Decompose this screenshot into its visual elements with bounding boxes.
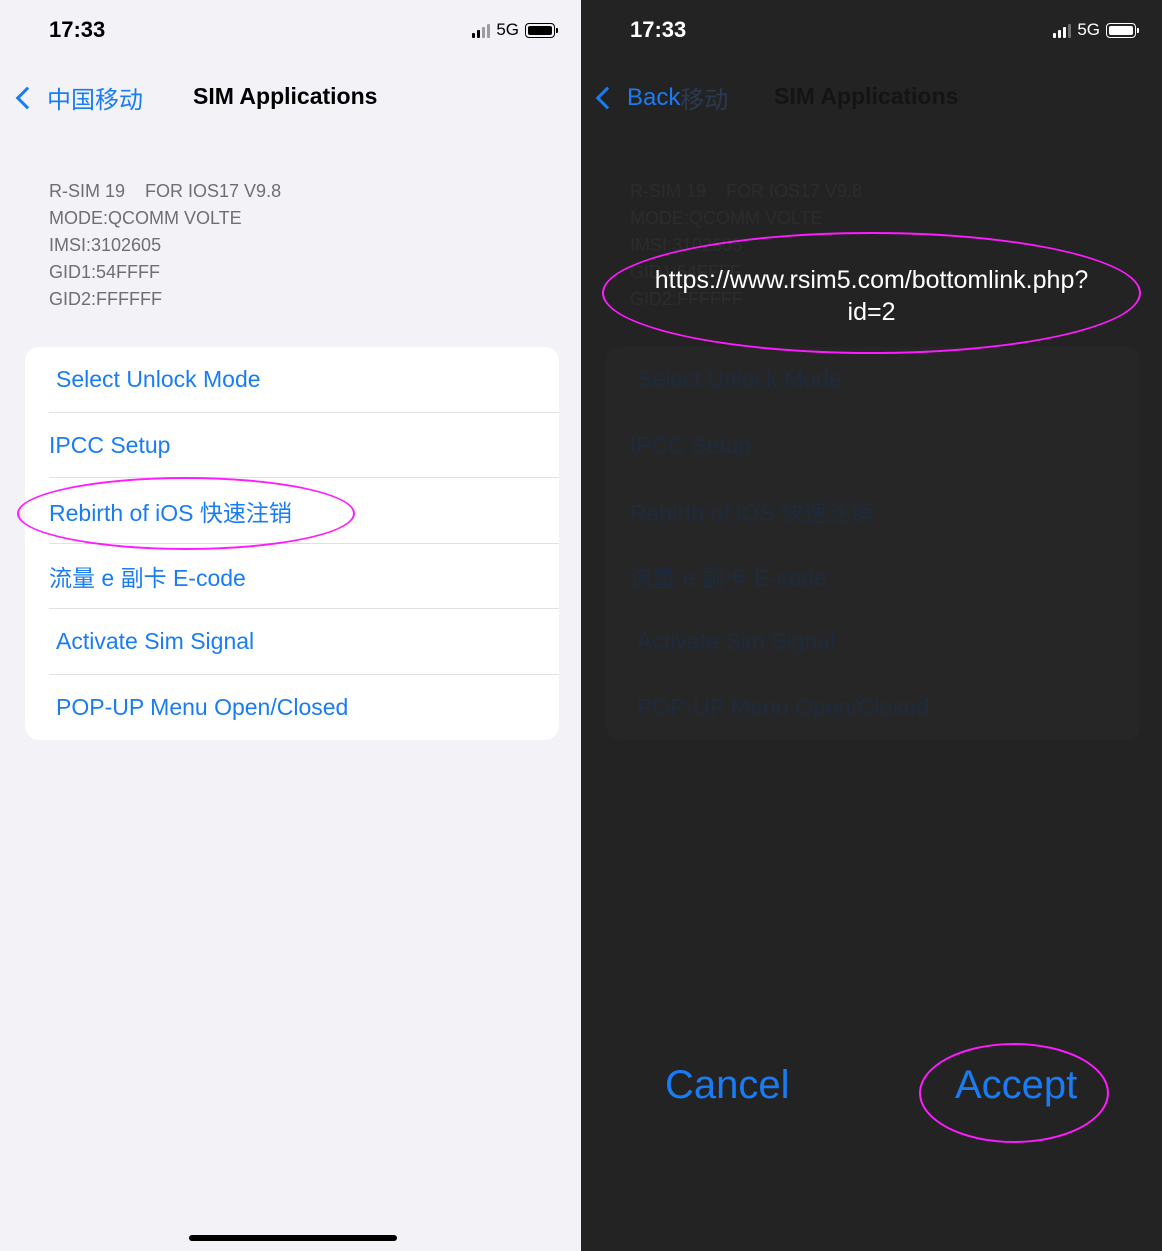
menu-item-ipcc-setup[interactable]: IPCC Setup [25,413,559,479]
back-button[interactable]: Back 移动 [594,80,728,115]
status-indicators: 5G [1053,20,1139,40]
sim-applications-screen: 17:33 5G 中国移动 SIM Applications R-SIM 19 … [0,0,581,1251]
home-indicator[interactable] [189,1235,397,1241]
status-time: 17:33 [49,17,106,42]
chevron-left-icon [15,86,39,109]
info-line: GID1:54FFFF [49,262,161,282]
menu-item-popup-menu[interactable]: POP-UP Menu Open/Closed [25,675,559,741]
network-type-label: 5G [1077,20,1100,39]
menu-item-popup-menu: POP-UP Menu Open/Closed [637,693,930,720]
info-line: R-SIM 19 FOR IOS17 V9.8 [49,181,282,201]
menu-item-activate-sim-signal: Activate Sim Signal [606,609,1140,675]
menu-item-select-unlock-mode: Select Unlock Mode [606,347,1140,413]
battery-icon [1106,22,1139,38]
info-line: IMSI:3102605 [49,235,162,255]
status-time: 17:33 [630,17,687,42]
highlight-ellipse [919,1043,1109,1143]
highlight-ellipse [602,232,1141,354]
info-line: MODE:QCOMM VOLTE [49,208,242,228]
info-line: MODE:QCOMM VOLTE [630,208,823,228]
cellular-signal-icon [472,22,491,38]
page-title: SIM Applications [193,83,378,109]
highlight-ellipse [17,477,355,550]
back-button[interactable]: 中国移动 [14,80,143,115]
cancel-button[interactable]: Cancel [665,1063,790,1108]
network-type-label: 5G [496,20,519,39]
status-indicators: 5G [472,20,558,40]
menu-item-e-code[interactable]: 流量 e 副卡 E-code [25,544,559,610]
info-line: GID2:FFFFFF [49,289,162,309]
cellular-signal-icon [1053,22,1072,38]
menu-item-e-code: 流量 e 副卡 E-code [606,544,1140,610]
back-button-label: Back [627,83,681,111]
menu-item-ipcc-setup: IPCC Setup [606,413,1140,479]
chevron-left-icon [595,86,619,109]
menu-item-select-unlock-mode[interactable]: Select Unlock Mode [25,347,559,413]
sim-info-block: R-SIM 19 FOR IOS17 V9.8 MODE:QCOMM VOLTE… [49,178,281,313]
screenshot-comparison: 17:33 5G 中国移动 SIM Applications R-SIM 19 … [0,0,1162,1251]
link-alert-screen: 17:33 5G Back 移动 SIM Applications R-SIM 1… [581,0,1162,1251]
info-line: R-SIM 19 FOR IOS17 V9.8 [630,181,863,201]
back-ghost-label: 移动 [680,87,729,114]
battery-icon [525,22,558,38]
menu-item-rebirth-of-ios: Rebirth of iOS 快速注销 [606,478,1140,544]
back-button-label: 中国移动 [47,87,143,114]
menu-item-activate-sim-signal[interactable]: Activate Sim Signal [25,609,559,675]
page-title: SIM Applications [774,83,959,109]
menu-list-dimmed: Select Unlock Mode IPCC Setup Rebirth of… [606,347,1140,740]
